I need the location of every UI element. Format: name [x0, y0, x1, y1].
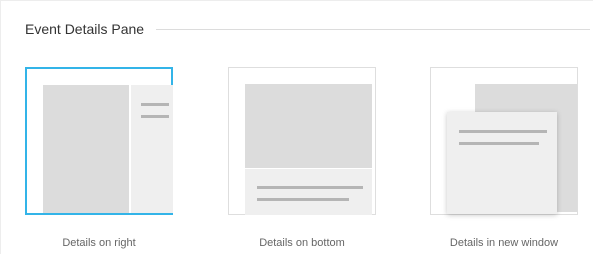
list-area-placeholder	[245, 84, 372, 168]
option-label: Details in new window	[449, 237, 559, 249]
details-line	[141, 115, 169, 118]
option-label: Details on bottom	[259, 237, 345, 249]
details-line	[141, 103, 169, 106]
section-divider	[156, 28, 590, 30]
section-header: Event Details Pane	[25, 17, 590, 41]
layout-preview-window[interactable]	[430, 67, 578, 215]
option-details-on-right[interactable]: Details on right	[24, 67, 174, 249]
popup-window-placeholder	[447, 112, 557, 214]
layout-preview-bottom[interactable]	[228, 67, 376, 215]
popup-line	[459, 142, 539, 145]
list-area-placeholder	[43, 85, 129, 213]
details-line	[257, 186, 363, 189]
section-title: Event Details Pane	[25, 21, 145, 37]
event-details-pane-settings: Event Details Pane Details on right Deta…	[0, 0, 593, 254]
details-line	[257, 198, 349, 201]
option-label: Details on right	[62, 237, 136, 249]
option-details-in-new-window[interactable]: Details in new window	[429, 67, 579, 249]
option-details-on-bottom[interactable]: Details on bottom	[227, 67, 377, 249]
layout-preview-right[interactable]	[25, 67, 173, 215]
popup-line	[459, 130, 547, 133]
details-pane-placeholder	[245, 169, 372, 215]
